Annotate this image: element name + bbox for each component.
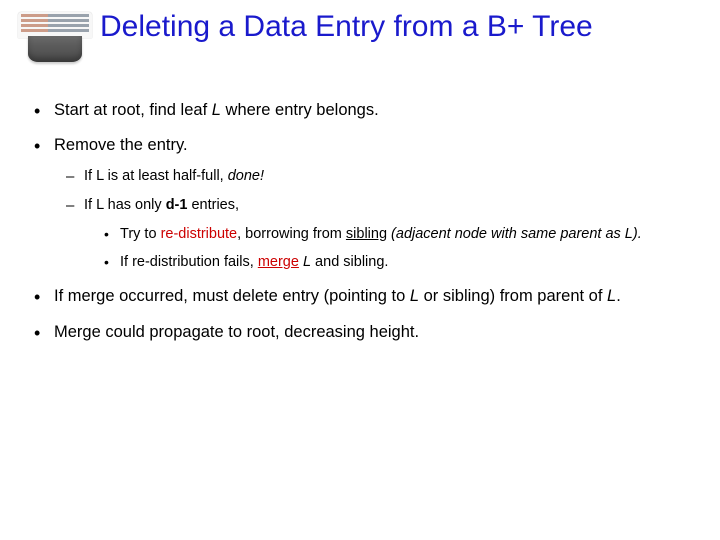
text-merge: merge	[258, 254, 299, 270]
slide-body: Start at root, find leaf L where entry b…	[30, 100, 690, 357]
text: Start at root, find leaf	[54, 101, 212, 119]
text-sibling: sibling	[346, 226, 387, 242]
bullet-start-at-root: Start at root, find leaf L where entry b…	[30, 100, 690, 121]
text-done: done!	[228, 168, 264, 184]
subbullet-half-full: If L is at least half-full, done!	[54, 167, 690, 186]
text: .	[616, 287, 621, 305]
text: and sibling.	[311, 254, 388, 270]
text: or sibling) from parent of	[419, 287, 607, 305]
text: If L is at least half-full,	[84, 168, 228, 184]
slide-title: Deleting a Data Entry from a B+ Tree	[100, 10, 710, 44]
text: Try to	[120, 226, 161, 242]
text: If merge occurred, must delete entry (po…	[54, 287, 410, 305]
text-redistribute: re-distribute	[161, 226, 238, 242]
text: Remove the entry.	[54, 136, 188, 154]
text: If re-distribution fails,	[120, 254, 258, 270]
text: If L has only	[84, 197, 166, 213]
text: entries,	[187, 197, 239, 213]
slide: Deleting a Data Entry from a B+ Tree Sta…	[0, 0, 720, 540]
bullet-merge-occurred: If merge occurred, must delete entry (po…	[30, 286, 690, 307]
subsub-redistribute: Try to re-distribute, borrowing from sib…	[84, 225, 690, 244]
text-d1: d-1	[166, 197, 188, 213]
text: Merge could propagate to root, decreasin…	[54, 323, 419, 341]
subbullet-d-minus-1: If L has only d-1 entries, Try to re-dis…	[54, 196, 690, 273]
var-L: L	[410, 287, 419, 305]
var-L: L	[607, 287, 616, 305]
subsub-merge: If re-distribution fails, merge L and si…	[84, 253, 690, 272]
bullet-remove-entry: Remove the entry. If L is at least half-…	[30, 135, 690, 272]
bullet-propagate-root: Merge could propagate to root, decreasin…	[30, 322, 690, 343]
text-paren: (adjacent node with same parent as L).	[387, 226, 642, 242]
text: where entry belongs.	[221, 101, 379, 119]
database-icon	[18, 12, 92, 62]
var-L: L	[303, 254, 311, 270]
text: , borrowing from	[237, 226, 346, 242]
var-L: L	[212, 101, 221, 119]
